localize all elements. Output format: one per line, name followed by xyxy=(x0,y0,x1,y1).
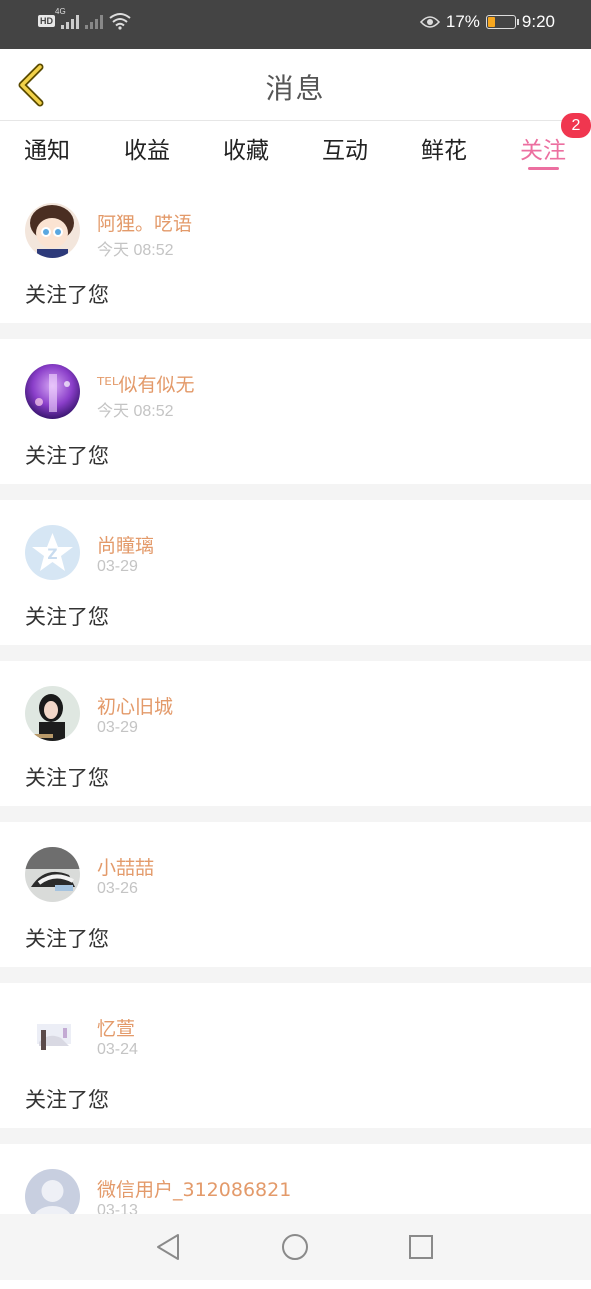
signal-2-icon xyxy=(85,13,103,29)
list-item[interactable]: ᵀᴱᴸ似有似无 今天 08:52 关注了您 xyxy=(0,339,591,484)
list-item[interactable]: 忆萱 03-24 关注了您 xyxy=(0,983,591,1128)
clock: 9:20 xyxy=(521,12,555,31)
message-text: 关注了您 xyxy=(25,605,109,629)
unread-badge: 2 xyxy=(561,113,591,138)
tab-notice[interactable]: 通知 xyxy=(17,131,77,165)
timestamp: 今天 08:52 xyxy=(97,403,174,420)
tab-bar: 通知 收益 收藏 互动 鲜花 关注 xyxy=(0,121,591,178)
user-name[interactable]: 初心旧城 xyxy=(97,692,173,719)
network-type: 4G xyxy=(55,7,66,16)
status-bar: HD 4G 17% 9:20 xyxy=(0,0,591,49)
battery-icon xyxy=(485,15,519,29)
list-item[interactable]: 初心旧城 03-29 关注了您 xyxy=(0,661,591,806)
avatar[interactable] xyxy=(25,364,80,419)
signal-icon: 4G xyxy=(55,7,79,29)
page-title: 消息 xyxy=(265,72,326,105)
active-tab-indicator xyxy=(528,167,559,170)
tab-flowers[interactable]: 鲜花 xyxy=(414,131,474,165)
message-text: 关注了您 xyxy=(25,283,109,307)
user-name[interactable]: 忆萱 xyxy=(97,1014,135,1041)
list-item[interactable]: 阿狸。呓语 今天 08:52 关注了您 xyxy=(0,178,591,323)
nav-back-icon[interactable] xyxy=(153,1232,183,1262)
avatar[interactable] xyxy=(25,686,80,741)
user-name[interactable]: 阿狸。呓语 xyxy=(97,209,192,236)
user-name[interactable]: ᵀᴱᴸ似有似无 xyxy=(97,370,195,397)
tab-favorites[interactable]: 收藏 xyxy=(216,131,276,165)
message-text: 关注了您 xyxy=(25,1088,109,1112)
timestamp: 03-26 xyxy=(97,880,138,897)
timestamp: 03-29 xyxy=(97,558,138,575)
status-right: 17% 9:20 xyxy=(419,12,555,32)
status-left: HD 4G xyxy=(38,7,131,30)
nav-recents-icon[interactable] xyxy=(406,1232,436,1262)
svg-text:Z: Z xyxy=(47,547,57,563)
list-item[interactable]: 小喆喆 03-26 关注了您 xyxy=(0,822,591,967)
timestamp: 今天 08:52 xyxy=(97,242,174,259)
tab-follows[interactable]: 关注 xyxy=(513,131,573,165)
eye-icon xyxy=(419,16,440,28)
avatar[interactable] xyxy=(25,847,80,902)
nav-home-icon[interactable] xyxy=(280,1232,310,1262)
avatar[interactable] xyxy=(25,1008,80,1063)
user-name[interactable]: 小喆喆 xyxy=(97,853,154,880)
user-name[interactable]: 尚瞳璃 xyxy=(97,531,154,558)
user-name[interactable]: 微信用户_312086821 xyxy=(97,1175,291,1202)
system-nav-bar xyxy=(0,1214,591,1280)
list-item[interactable]: Z 尚瞳璃 03-29 关注了您 xyxy=(0,500,591,645)
tab-earnings[interactable]: 收益 xyxy=(117,131,177,165)
timestamp: 03-29 xyxy=(97,719,138,736)
avatar[interactable]: Z xyxy=(25,525,80,580)
hd-icon: HD xyxy=(38,15,55,27)
message-text: 关注了您 xyxy=(25,766,109,790)
nav-bar: 消息 xyxy=(0,49,591,121)
message-text: 关注了您 xyxy=(25,444,109,468)
wifi-icon xyxy=(109,13,131,30)
avatar[interactable] xyxy=(25,203,80,258)
tab-interactions[interactable]: 互动 xyxy=(315,131,375,165)
timestamp: 03-24 xyxy=(97,1041,138,1058)
message-text: 关注了您 xyxy=(25,927,109,951)
battery-percent: 17% xyxy=(445,12,480,31)
